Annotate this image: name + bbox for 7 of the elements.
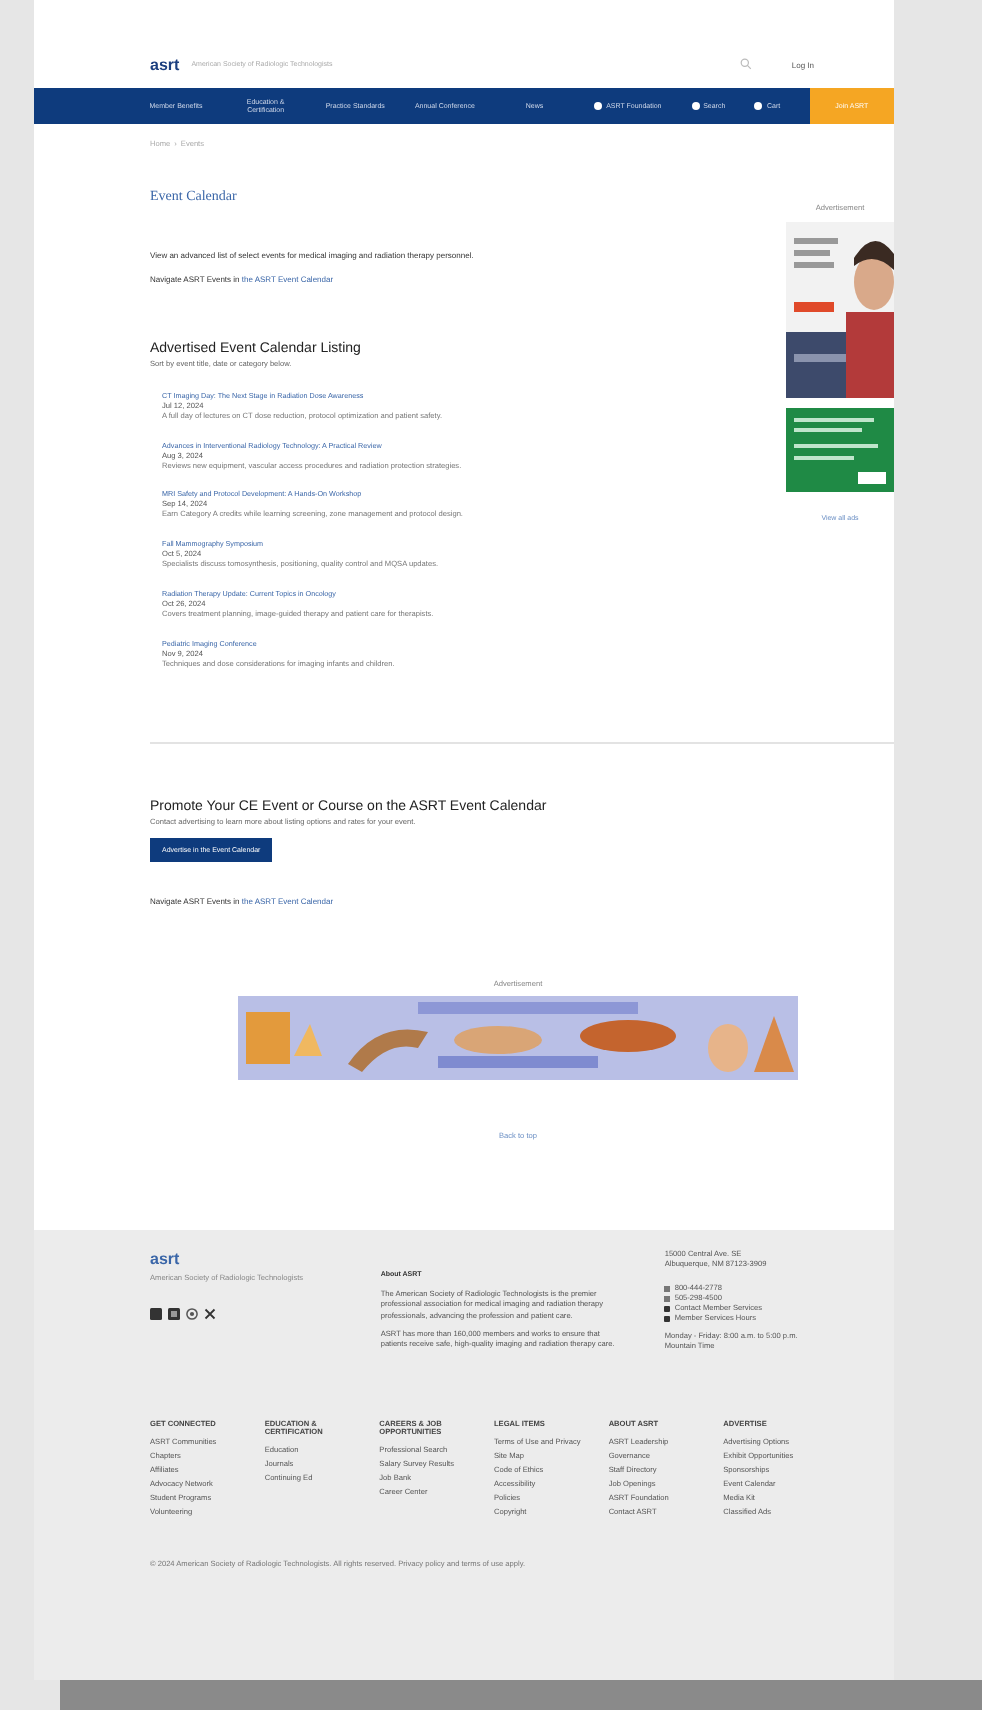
x-icon[interactable]	[204, 1308, 216, 1320]
circle-icon	[691, 102, 700, 110]
instagram-icon[interactable]	[186, 1308, 198, 1320]
circle-icon	[754, 102, 763, 110]
circle-icon	[594, 102, 603, 110]
footer-logo[interactable]: asrt	[150, 1250, 337, 1268]
site-logo[interactable]: asrt	[150, 55, 180, 73]
